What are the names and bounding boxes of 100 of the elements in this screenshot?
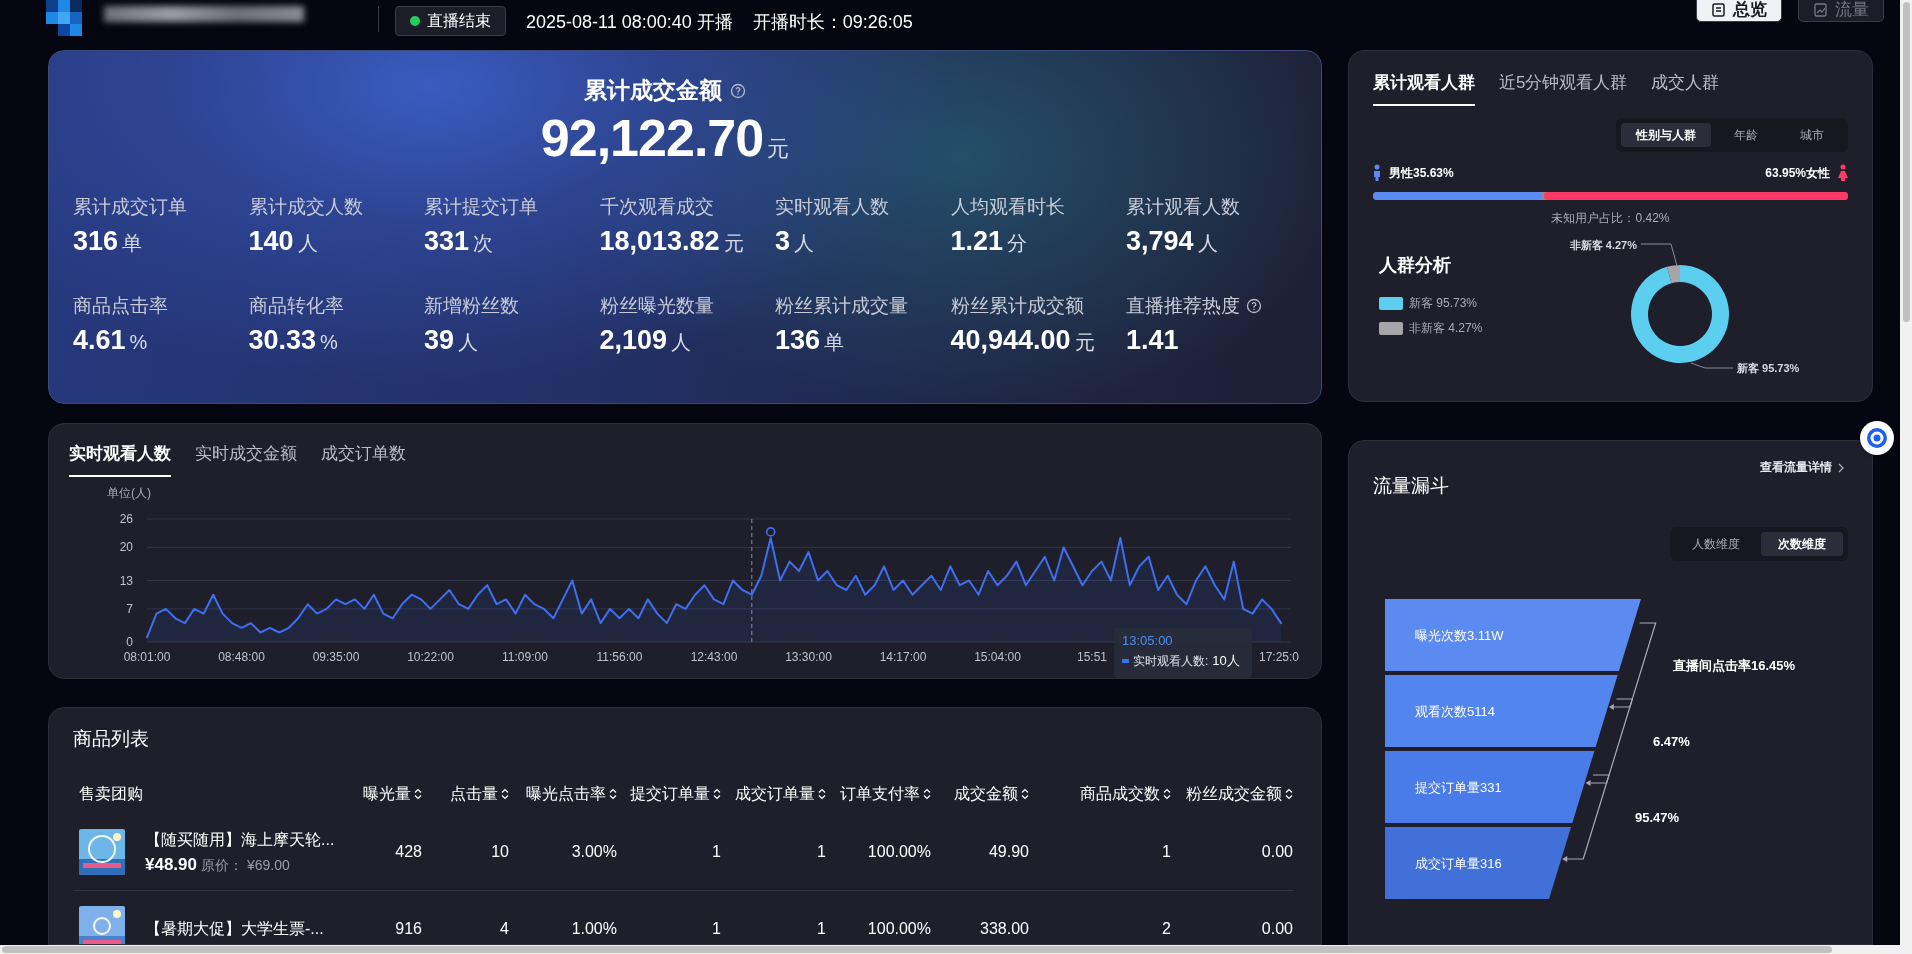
- tooltip-time: 13:05:00: [1122, 633, 1174, 648]
- chart-tab[interactable]: 成交订单数: [321, 434, 406, 477]
- audience-tab[interactable]: 近5分钟观看人群: [1499, 63, 1628, 106]
- sort-icon[interactable]: [1285, 788, 1293, 800]
- unit: 人: [671, 330, 692, 355]
- metric-label: 商品点击率: [73, 294, 168, 318]
- table-cell: 49.90: [931, 814, 1029, 891]
- sort-icon[interactable]: [414, 788, 422, 800]
- sort-icon[interactable]: [501, 788, 509, 800]
- total-amount: 92,122.70: [540, 108, 764, 168]
- chart-icon: [1813, 2, 1827, 17]
- funnel-stage-label: 成交订单量316: [1415, 856, 1502, 871]
- x-tick-label: 08:48:00: [218, 650, 265, 664]
- funnel-stage-label: 提交订单量331: [1415, 780, 1502, 795]
- unit: 人: [794, 231, 815, 256]
- product-title: 【随买随用】海上摩天轮...: [145, 829, 335, 850]
- product-price: ¥48.90: [145, 854, 197, 875]
- segment-option[interactable]: 次数维度: [1761, 532, 1843, 556]
- product-title: 【暑期大促】大学生票-...: [145, 918, 324, 939]
- x-tick-label: 09:35:00: [312, 650, 360, 664]
- x-tick-label: 13:30:00: [785, 650, 832, 664]
- column-header[interactable]: 曝光量: [351, 774, 422, 814]
- scrollbar-thumb[interactable]: [1902, 2, 1910, 322]
- female-share: 63.95%女性: [1765, 164, 1830, 182]
- chart-tab[interactable]: 实时观看人数: [69, 434, 171, 477]
- x-tick-label: 11:09:00: [502, 650, 548, 664]
- segment-option[interactable]: 性别与人群: [1621, 123, 1711, 147]
- original-price: 原价： ¥69.00: [201, 856, 290, 875]
- metric-value: 18,013.82: [599, 226, 720, 257]
- help-icon[interactable]: [730, 82, 746, 99]
- metric-label: 累计成交人数: [248, 195, 363, 219]
- help-icon[interactable]: [1246, 298, 1262, 314]
- female-icon: [1838, 164, 1848, 182]
- sort-icon[interactable]: [818, 788, 826, 800]
- chevron-right-icon: [1838, 462, 1844, 473]
- metric-value: 331: [424, 226, 470, 257]
- unit: 元: [1074, 330, 1095, 355]
- metric-label: 直播推荐热度: [1126, 294, 1240, 318]
- metric-value: 39: [424, 325, 455, 356]
- unit: 人: [458, 330, 479, 355]
- document-icon: [1711, 2, 1725, 17]
- conversion-rate: 95.47%: [1635, 810, 1680, 825]
- x-tick-label: 15:51: [1077, 650, 1107, 664]
- sort-icon[interactable]: [1021, 788, 1029, 800]
- unit: 人: [1197, 231, 1218, 256]
- unit: 单: [122, 231, 143, 256]
- metric-label: 千次观看成交: [599, 195, 714, 219]
- live-duration: 开播时长：09:26:05: [752, 11, 913, 34]
- metric-value: 3: [775, 226, 791, 257]
- sort-icon[interactable]: [1163, 788, 1171, 800]
- sort-icon[interactable]: [923, 788, 931, 800]
- metric-value: 316: [73, 226, 119, 257]
- x-tick-label: 17:25:0: [1258, 650, 1299, 664]
- slice-label: 新客 95.73%: [1737, 362, 1800, 374]
- funnel-stage-label: 观看次数5114: [1415, 704, 1495, 719]
- column-header[interactable]: 曝光点击率: [509, 774, 617, 814]
- segment-option[interactable]: 人数维度: [1675, 532, 1757, 556]
- status-badge: 直播结束: [395, 6, 506, 36]
- conversion-rate: 直播间点击率16.45%: [1673, 658, 1796, 673]
- metric-value: 40,944.00: [950, 325, 1071, 356]
- column-header[interactable]: 订单支付率: [826, 774, 931, 814]
- assistant-button[interactable]: [1860, 421, 1894, 455]
- sort-icon[interactable]: [609, 788, 617, 800]
- table-cell: 10: [422, 814, 509, 891]
- status-dot: [410, 16, 420, 26]
- unit: 次: [473, 231, 494, 256]
- unit: %: [129, 331, 148, 354]
- column-header[interactable]: 商品成交数: [1029, 774, 1171, 814]
- view-button[interactable]: 总览: [1696, 0, 1782, 22]
- table-cell: 1: [721, 814, 826, 891]
- scrollbar-thumb[interactable]: [2, 946, 1832, 953]
- audience-tab[interactable]: 成交人群: [1651, 63, 1720, 106]
- column-header[interactable]: 点击量: [422, 774, 509, 814]
- sort-icon[interactable]: [713, 788, 721, 800]
- y-tick-label: 26: [119, 512, 133, 526]
- table-cell: 100.00%: [826, 814, 931, 891]
- column-header[interactable]: 提交订单量: [617, 774, 721, 814]
- y-tick-label: 7: [126, 601, 133, 616]
- segment-option[interactable]: 年龄: [1715, 123, 1777, 147]
- legend-label: 非新客 4.27%: [1409, 320, 1483, 337]
- metric-value: 1.21: [950, 226, 1004, 257]
- legend-label: 新客 95.73%: [1409, 295, 1478, 312]
- metric-value: 140: [248, 226, 294, 257]
- column-header[interactable]: 粉丝成交金额: [1171, 774, 1293, 814]
- audience-tab[interactable]: 累计观看人群: [1373, 63, 1475, 106]
- metric-label: 商品转化率: [248, 294, 344, 318]
- x-tick-label: 11:56:00: [596, 650, 643, 664]
- column-header: 售卖团购: [78, 783, 144, 804]
- chart-tab[interactable]: 实时成交金额: [195, 434, 297, 477]
- unit: 人: [297, 231, 318, 256]
- table-cell: 0.00: [1171, 814, 1293, 891]
- column-header[interactable]: 成交订单量: [721, 774, 826, 814]
- view-button[interactable]: 流量: [1798, 0, 1884, 22]
- x-tick-label: 14:17:00: [879, 650, 927, 664]
- column-header[interactable]: 成交金额: [931, 774, 1029, 814]
- metric-label: 粉丝累计成交量: [775, 294, 908, 318]
- metric-value: 2,109: [599, 325, 668, 356]
- metric-label: 人均观看时长: [950, 195, 1065, 219]
- segment-option[interactable]: 城市: [1781, 123, 1843, 147]
- detail-link[interactable]: 查看流量详情: [1760, 459, 1844, 476]
